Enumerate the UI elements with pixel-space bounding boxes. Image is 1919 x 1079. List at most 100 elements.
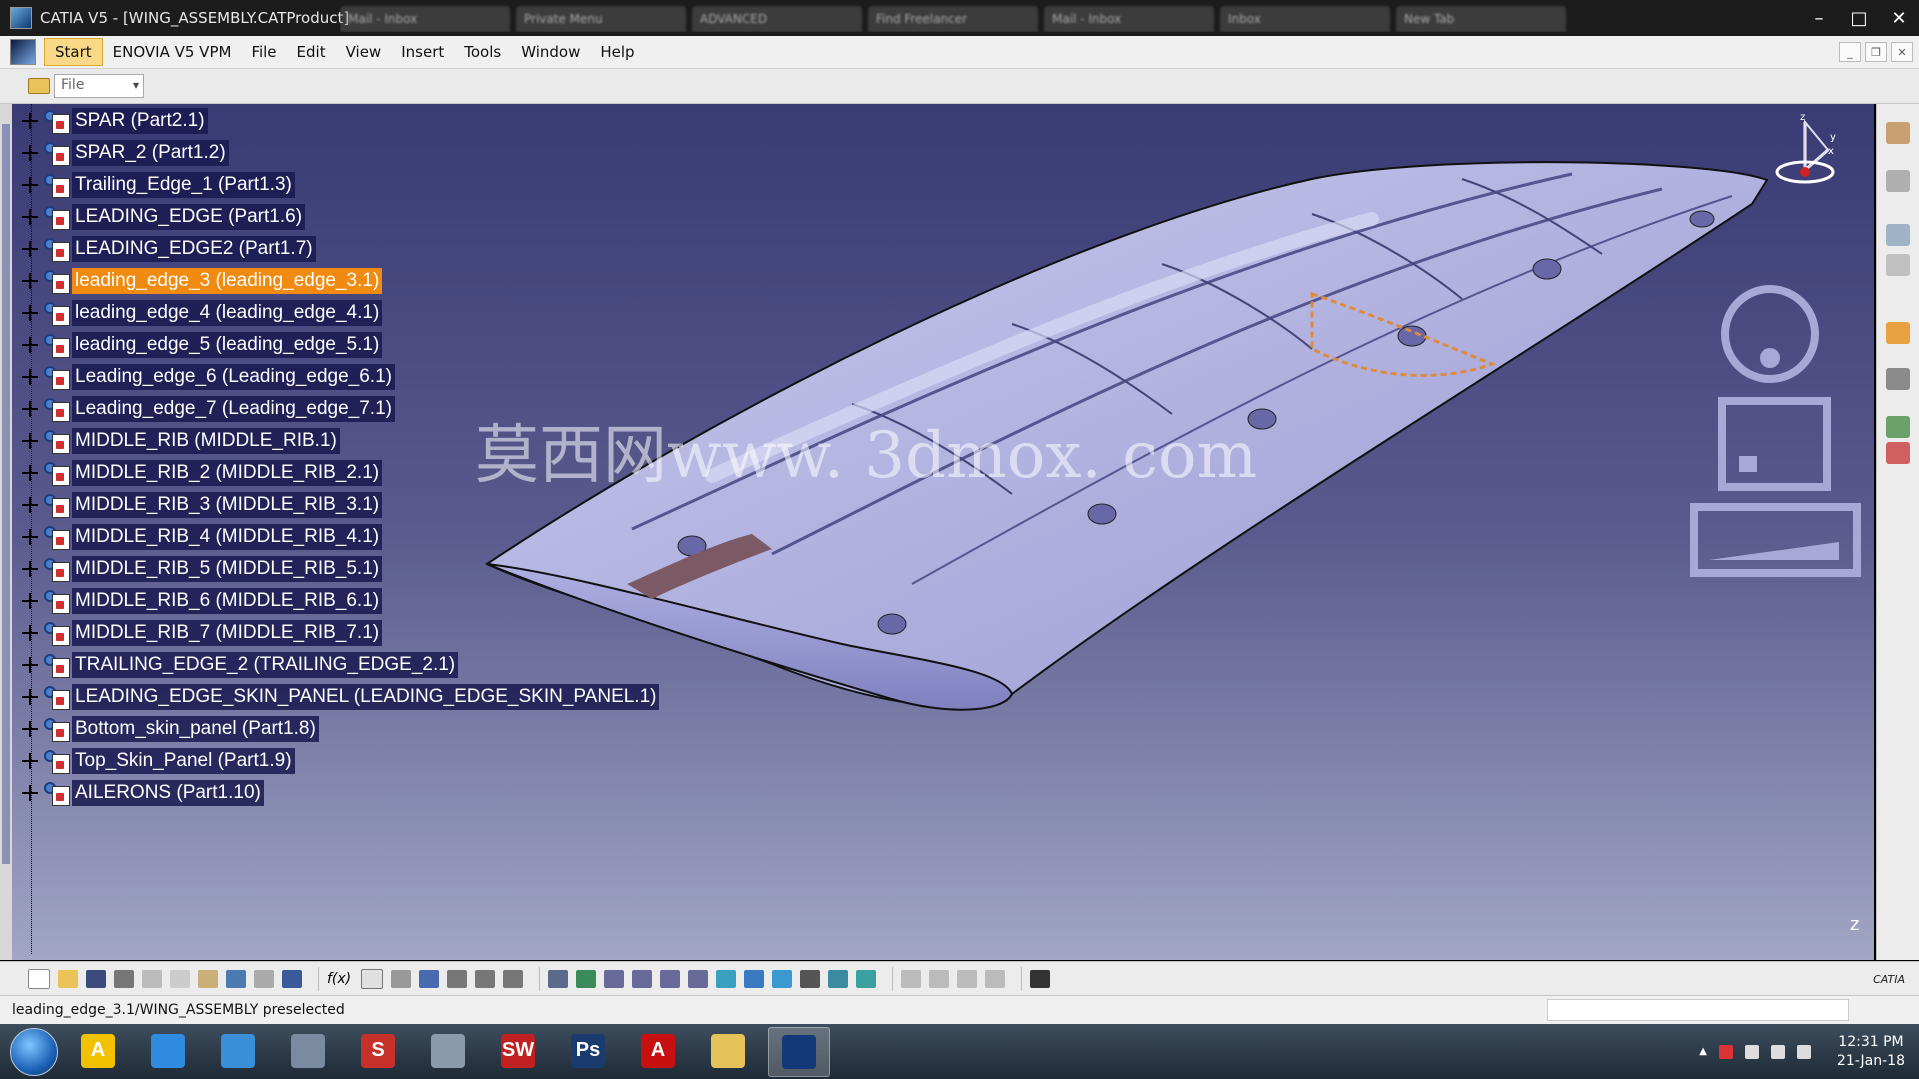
- tray-expand-icon[interactable]: ▲: [1699, 1046, 1707, 1057]
- tool-d-icon[interactable]: [985, 970, 1006, 988]
- tree-item[interactable]: MIDDLE_RIB (MIDDLE_RIB.1): [22, 426, 340, 456]
- tree-item[interactable]: LEADING_EDGE (Part1.6): [22, 202, 306, 232]
- pan-navigator-icon[interactable]: [1717, 396, 1837, 492]
- expand-plus-icon[interactable]: [22, 273, 38, 289]
- snap-icon[interactable]: [1886, 254, 1910, 276]
- measure-icon[interactable]: [1886, 122, 1910, 144]
- taskbar-app-photoshop[interactable]: Ps: [558, 1027, 618, 1075]
- maximize-button[interactable]: □: [1839, 5, 1879, 31]
- expand-plus-icon[interactable]: [22, 593, 38, 609]
- tree-item[interactable]: Trailing_Edge_1 (Part1.3): [22, 170, 295, 200]
- menu-view[interactable]: View: [336, 39, 392, 65]
- tree-item[interactable]: leading_edge_5 (leading_edge_5.1): [22, 330, 383, 360]
- expand-plus-icon[interactable]: [22, 465, 38, 481]
- hide-show-icon[interactable]: [828, 970, 849, 988]
- expand-plus-icon[interactable]: [22, 529, 38, 545]
- menu-tools[interactable]: Tools: [454, 39, 511, 65]
- expand-plus-icon[interactable]: [22, 689, 38, 705]
- expand-plus-icon[interactable]: [22, 561, 38, 577]
- tool-b-icon[interactable]: [929, 970, 950, 988]
- expand-plus-icon[interactable]: [22, 625, 38, 641]
- normal-view-icon[interactable]: [716, 970, 737, 988]
- menu-insert[interactable]: Insert: [391, 39, 454, 65]
- redo-icon[interactable]: [254, 970, 274, 988]
- scrollbar-thumb[interactable]: [2, 124, 10, 864]
- taskbar-app-explorer-window[interactable]: [208, 1027, 268, 1075]
- print-icon[interactable]: [114, 970, 134, 988]
- help-icon[interactable]: [282, 970, 302, 988]
- manipulate-icon[interactable]: [1886, 416, 1910, 438]
- pan-icon[interactable]: [604, 970, 625, 988]
- folder-icon[interactable]: [28, 78, 50, 94]
- taskbar-app-creo[interactable]: [418, 1027, 478, 1075]
- tree-item[interactable]: Top_Skin_Panel (Part1.9): [22, 746, 295, 776]
- catia-app-icon[interactable]: [10, 7, 32, 29]
- bom-icon[interactable]: [475, 970, 496, 988]
- expand-plus-icon[interactable]: [22, 497, 38, 513]
- select-arrow-icon[interactable]: [1886, 322, 1910, 344]
- paste-icon[interactable]: [198, 970, 218, 988]
- command-input[interactable]: [1547, 999, 1849, 1021]
- save-icon[interactable]: [86, 970, 106, 988]
- tree-item[interactable]: SPAR (Part2.1): [22, 106, 208, 136]
- tree-item[interactable]: Leading_edge_7 (Leading_edge_7.1): [22, 394, 395, 424]
- expand-plus-icon[interactable]: [22, 433, 38, 449]
- tree-item[interactable]: MIDDLE_RIB_7 (MIDDLE_RIB_7.1): [22, 618, 383, 648]
- tab-2[interactable]: Private Menu: [516, 6, 686, 32]
- tab-6[interactable]: Inbox: [1220, 6, 1390, 32]
- formula-button[interactable]: f(x): [327, 971, 351, 987]
- tool-a-icon[interactable]: [901, 970, 922, 988]
- tree-item[interactable]: SPAR_2 (Part1.2): [22, 138, 229, 168]
- analysis-icon[interactable]: [503, 970, 524, 988]
- tree-item[interactable]: AILERONS (Part1.10): [22, 778, 264, 808]
- start-button[interactable]: [10, 1027, 58, 1076]
- doc-minimize-button[interactable]: _: [1839, 42, 1861, 62]
- tab-7[interactable]: New Tab: [1396, 6, 1566, 32]
- catia-logo-icon[interactable]: [10, 39, 36, 65]
- knowledge-icon[interactable]: [391, 970, 412, 988]
- taskbar-app-autodesk[interactable]: A: [68, 1027, 128, 1075]
- tree-item[interactable]: MIDDLE_RIB_3 (MIDDLE_RIB_3.1): [22, 490, 383, 520]
- rotate-navigator-icon[interactable]: [1710, 284, 1830, 384]
- tree-item[interactable]: MIDDLE_RIB_6 (MIDDLE_RIB_6.1): [22, 586, 383, 616]
- tree-item[interactable]: Leading_edge_6 (Leading_edge_6.1): [22, 362, 395, 392]
- menu-help[interactable]: Help: [590, 39, 644, 65]
- minimize-button[interactable]: –: [1799, 5, 1839, 31]
- tree-item[interactable]: leading_edge_4 (leading_edge_4.1): [22, 298, 383, 328]
- zoom-in-icon[interactable]: [660, 970, 681, 988]
- material-icon[interactable]: [1886, 170, 1910, 192]
- multi-view-icon[interactable]: [744, 970, 765, 988]
- expand-plus-icon[interactable]: [22, 753, 38, 769]
- doc-close-button[interactable]: ✕: [1891, 42, 1913, 62]
- expand-plus-icon[interactable]: [22, 721, 38, 737]
- tree-item[interactable]: LEADING_EDGE2 (Part1.7): [22, 234, 316, 264]
- tree-item[interactable]: TRAILING_EDGE_2 (TRAILING_EDGE_2.1): [22, 650, 459, 680]
- taskbar-app-chrome[interactable]: [138, 1027, 198, 1075]
- tab-4[interactable]: Find Freelancer: [868, 6, 1038, 32]
- zoom-navigator-icon[interactable]: [1689, 502, 1864, 580]
- expand-plus-icon[interactable]: [22, 369, 38, 385]
- expand-plus-icon[interactable]: [22, 113, 38, 129]
- tab-1[interactable]: Mail - Inbox: [340, 6, 510, 32]
- tree-expand-icon[interactable]: [447, 970, 468, 988]
- capture-camera-icon[interactable]: [1030, 970, 1051, 988]
- new-icon[interactable]: [28, 969, 50, 989]
- taskbar-app-sketchup[interactable]: S: [348, 1027, 408, 1075]
- cut-icon[interactable]: [142, 970, 162, 988]
- expand-plus-icon[interactable]: [22, 657, 38, 673]
- menu-enovia[interactable]: ENOVIA V5 VPM: [103, 39, 242, 65]
- menu-window[interactable]: Window: [511, 39, 590, 65]
- expand-plus-icon[interactable]: [22, 209, 38, 225]
- fly-mode-icon[interactable]: [548, 970, 569, 988]
- expand-plus-icon[interactable]: [22, 177, 38, 193]
- comment-icon[interactable]: [361, 969, 384, 989]
- constraint-icon[interactable]: [1886, 224, 1910, 246]
- fit-all-icon[interactable]: [576, 970, 597, 988]
- zoom-out-icon[interactable]: [688, 970, 709, 988]
- flag-icon[interactable]: [1718, 1044, 1733, 1059]
- doc-restore-button[interactable]: ❐: [1865, 42, 1887, 62]
- expand-plus-icon[interactable]: [22, 241, 38, 257]
- taskbar-app-catia[interactable]: [768, 1026, 830, 1077]
- menu-edit[interactable]: Edit: [287, 39, 336, 65]
- tree-item[interactable]: Bottom_skin_panel (Part1.8): [22, 714, 319, 744]
